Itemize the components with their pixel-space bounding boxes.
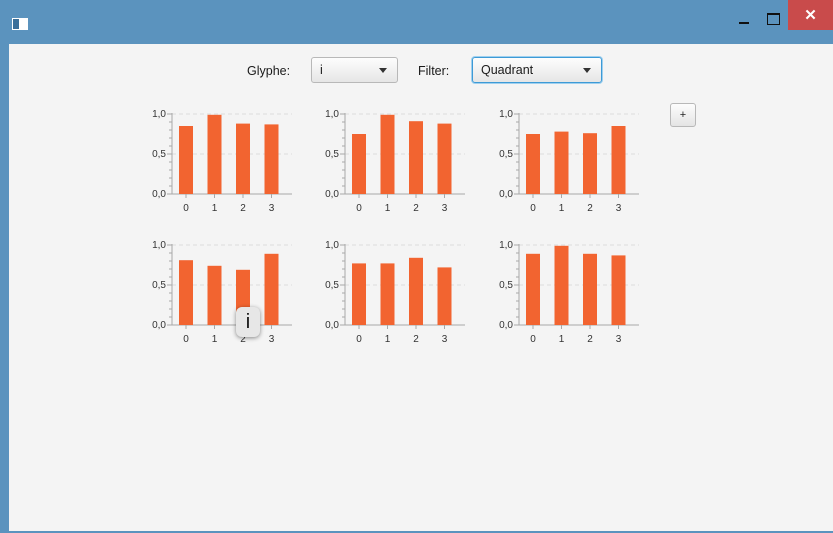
x-tick-label: 3 bbox=[269, 203, 275, 214]
bar bbox=[611, 126, 626, 194]
x-tick-label: 2 bbox=[413, 203, 419, 214]
y-tick-label: 1,0 bbox=[499, 109, 513, 120]
bar bbox=[207, 265, 222, 325]
bar-chart-4: 0,0 0,5 1,0 0 1 2 3 bbox=[325, 240, 465, 345]
x-tick-label: 1 bbox=[212, 334, 218, 345]
x-tick-label: 2 bbox=[413, 334, 419, 345]
bar bbox=[264, 124, 279, 194]
y-tick-label: 1,0 bbox=[152, 240, 166, 251]
bar bbox=[352, 263, 366, 325]
bar-chart-5: 0,0 0,5 1,0 0 1 2 3 bbox=[499, 240, 639, 345]
y-tick-label: 0,5 bbox=[499, 280, 513, 291]
bar bbox=[526, 253, 540, 325]
bar bbox=[236, 123, 250, 194]
x-tick-label: 0 bbox=[530, 203, 536, 214]
x-tick-label: 1 bbox=[212, 203, 218, 214]
x-tick-label: 2 bbox=[587, 203, 593, 214]
y-tick-label: 0,0 bbox=[325, 320, 339, 331]
x-tick-label: 0 bbox=[530, 334, 536, 345]
bar bbox=[409, 121, 423, 194]
x-tick-label: 1 bbox=[385, 203, 391, 214]
y-tick-label: 0,0 bbox=[325, 189, 339, 200]
bar-chart-1: 0,0 0,5 1,0 0 1 2 3 bbox=[325, 109, 465, 214]
bar bbox=[437, 267, 452, 325]
y-tick-label: 0,0 bbox=[152, 189, 166, 200]
bar bbox=[583, 133, 597, 194]
y-tick-label: 1,0 bbox=[499, 240, 513, 251]
x-tick-label: 3 bbox=[442, 203, 448, 214]
x-tick-label: 0 bbox=[356, 203, 362, 214]
y-tick-label: 0,5 bbox=[325, 280, 339, 291]
bar bbox=[526, 134, 540, 194]
y-tick-label: 0,5 bbox=[152, 280, 166, 291]
x-tick-label: 1 bbox=[559, 203, 565, 214]
bar bbox=[437, 123, 452, 194]
bar bbox=[352, 134, 366, 194]
bar bbox=[264, 253, 279, 325]
y-tick-label: 0,5 bbox=[152, 149, 166, 160]
bar bbox=[207, 114, 222, 194]
bar bbox=[179, 260, 193, 325]
x-tick-label: 1 bbox=[559, 334, 565, 345]
glyph-tooltip: i bbox=[236, 307, 260, 337]
bar-chart-3: 0,00,51,00 1 2 3 bbox=[152, 240, 292, 345]
bar bbox=[380, 263, 395, 325]
x-tick-label: 3 bbox=[616, 203, 622, 214]
x-tick-label: 3 bbox=[442, 334, 448, 345]
bar-chart-2: 0,0 0,5 1,0 0 1 2 3 bbox=[499, 109, 639, 214]
y-tick-label: 0,0 bbox=[499, 189, 513, 200]
bar bbox=[583, 253, 597, 325]
y-tick-label: 0,0 bbox=[499, 320, 513, 331]
x-tick-label: 0 bbox=[183, 334, 189, 345]
bar-chart-0: 0,0 0,5 1,0 0 1 2 3 bbox=[152, 109, 292, 214]
x-tick-label: 0 bbox=[356, 334, 362, 345]
y-tick-label: 1,0 bbox=[325, 109, 339, 120]
bar bbox=[409, 257, 423, 325]
bar bbox=[179, 126, 193, 194]
x-tick-label: 1 bbox=[385, 334, 391, 345]
x-tick-label: 3 bbox=[269, 334, 275, 345]
charts-grid: 0,00,51,00 1 2 30,00,51,00 1 2 30,00,51,00 1 2 30… bbox=[152, 109, 639, 345]
bar bbox=[554, 131, 569, 194]
bar bbox=[380, 114, 395, 194]
bar bbox=[554, 245, 569, 325]
y-tick-label: 0,5 bbox=[499, 149, 513, 160]
x-tick-label: 2 bbox=[240, 203, 246, 214]
x-tick-label: 3 bbox=[616, 334, 622, 345]
y-tick-label: 0,0 bbox=[152, 320, 166, 331]
bar bbox=[611, 255, 626, 325]
y-tick-label: 1,0 bbox=[152, 109, 166, 120]
y-tick-label: 1,0 bbox=[325, 240, 339, 251]
x-tick-label: 0 bbox=[183, 203, 189, 214]
y-tick-label: 0,5 bbox=[325, 149, 339, 160]
application-window: ✕ Glyphe: i Filter: Quadrant + 0,0 0,5 1,0… bbox=[0, 0, 833, 533]
x-tick-label: 2 bbox=[587, 334, 593, 345]
